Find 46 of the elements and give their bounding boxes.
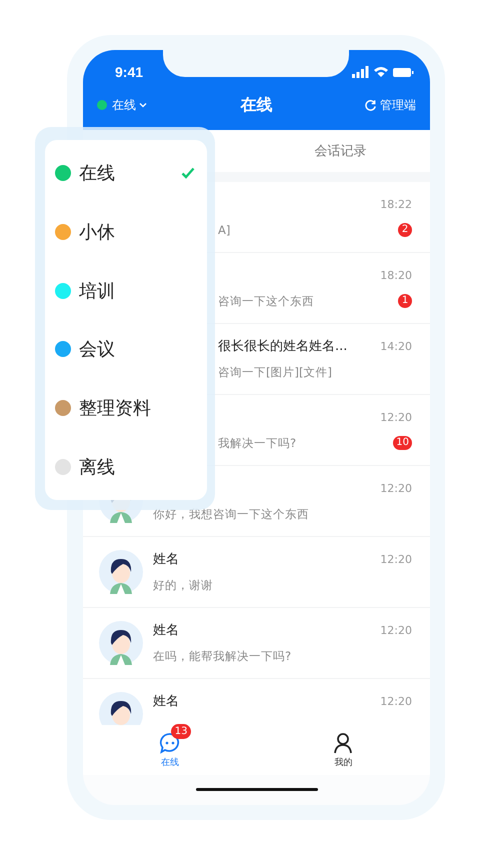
status-option[interactable]: 会议 [55, 324, 195, 374]
message-preview: A] [218, 223, 230, 237]
message-time: 18:20 [380, 268, 412, 282]
message-time: 12:20 [380, 482, 412, 494]
status-icons-drawing [352, 66, 414, 78]
status-option[interactable]: 小休 [55, 206, 195, 257]
contact-name: 姓名 [153, 551, 179, 568]
refresh-icon [364, 98, 377, 112]
unread-badge: 1 [398, 294, 412, 308]
contact-name: 姓名 [153, 622, 179, 639]
message-preview: 在吗，能帮我解决一下吗? [153, 648, 292, 664]
message-time: 12:20 [380, 410, 412, 424]
status-label: 在线 [79, 162, 116, 186]
unread-badge: 2 [398, 223, 412, 237]
message-preview: 你好，我想咨询一下这个东西 [153, 506, 309, 522]
status-option[interactable]: 培训 [55, 266, 195, 316]
bottom-tab[interactable]: 我的 [256, 725, 430, 775]
page-title: 在线 [240, 94, 272, 116]
message-time: 12:20 [380, 624, 412, 636]
unread-badge: 13 [170, 724, 192, 738]
unread-badge: 10 [393, 436, 412, 450]
admin-switch-button[interactable]: 管理端 [364, 96, 416, 114]
contact-name: 很长很长的姓名姓名... [218, 338, 348, 355]
status-dot [97, 100, 107, 110]
contact-name: 姓名 [153, 693, 179, 710]
message-preview: 我解决一下吗? [218, 436, 296, 450]
status-label: 培训 [79, 280, 116, 303]
chevron-down-icon [139, 102, 147, 108]
message-preview: 好的，谢谢 [153, 578, 213, 592]
message-time: 18:22 [380, 198, 412, 210]
clock-time: 9:41 [115, 64, 144, 80]
status-label: 小休 [79, 220, 116, 244]
status-option[interactable]: 离线 [55, 442, 195, 492]
message-time: 12:20 [380, 694, 412, 708]
status-option[interactable]: 在线 [55, 148, 195, 198]
message-preview: 咨询一下[图片][文件] [218, 364, 332, 380]
status-label: 离线 [79, 456, 116, 479]
status-dropdown[interactable]: 在线 [97, 96, 147, 114]
status-label: 会议 [79, 338, 116, 362]
message-time: 12:20 [380, 552, 412, 566]
message-time: 14:20 [380, 340, 412, 352]
message-preview: 咨询一下这个东西 [218, 294, 314, 308]
status-label: 整理资料 [79, 396, 152, 420]
bottom-tab[interactable]: 13 在线 [83, 725, 256, 775]
person-icon [333, 732, 354, 754]
status-option[interactable]: 整理资料 [55, 382, 195, 433]
